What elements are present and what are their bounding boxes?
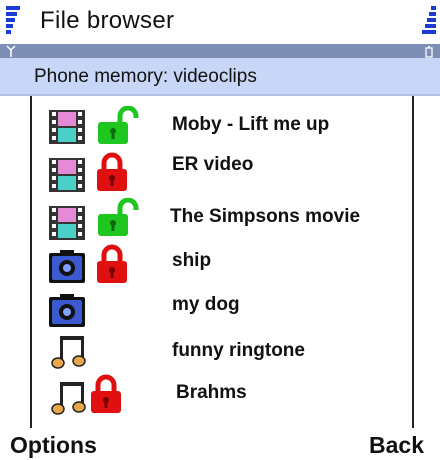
antenna-icon [6,45,16,57]
file-name: Moby - Lift me up [172,114,330,135]
file-row-brahms[interactable]: Brahms [32,374,412,420]
file-row-moby-lift-me-up[interactable]: Moby - Lift me up [32,104,412,150]
title-bar: File browser [0,0,440,44]
file-row-ship[interactable]: ship [32,242,412,288]
battery-level-icon [422,6,436,34]
location-label: Phone memory: videoclips [34,66,257,87]
file-name: ship [172,250,212,271]
status-strip [0,44,440,58]
back-softkey[interactable]: Back [369,432,424,459]
camera-icon [49,294,85,327]
music-note-icon [51,382,86,415]
softkey-bar: Options Back [0,428,440,460]
locked-icon [91,374,121,413]
camera-icon [49,250,85,283]
locked-icon [97,244,127,283]
phone-screen: File browser Phone memory: videoclips Mo… [0,0,440,460]
unlocked-icon [98,106,139,144]
video-icon [49,206,85,240]
unlocked-icon [98,198,139,236]
file-name: my dog [172,294,240,315]
file-list[interactable]: Moby - Lift me up ER video The Simpsons … [30,96,414,428]
signal-strength-icon [6,6,20,34]
video-icon [49,110,85,144]
file-name: funny ringtone [172,340,305,361]
file-name: ER video [172,154,254,175]
file-name: The Simpsons movie [170,206,361,227]
battery-icon [425,46,433,58]
music-note-icon [51,336,86,369]
video-icon [49,158,85,192]
file-row-funny-ringtone[interactable]: funny ringtone [32,332,412,378]
window-title: File browser [40,7,175,34]
locked-icon [97,152,127,191]
file-row-my-dog[interactable]: my dog [32,286,412,332]
file-name: Brahms [176,382,247,403]
options-softkey[interactable]: Options [10,432,97,459]
file-row-the-simpsons-movie[interactable]: The Simpsons movie [32,196,412,242]
file-row-er-video[interactable]: ER video [32,148,412,194]
location-header: Phone memory: videoclips [0,58,440,96]
